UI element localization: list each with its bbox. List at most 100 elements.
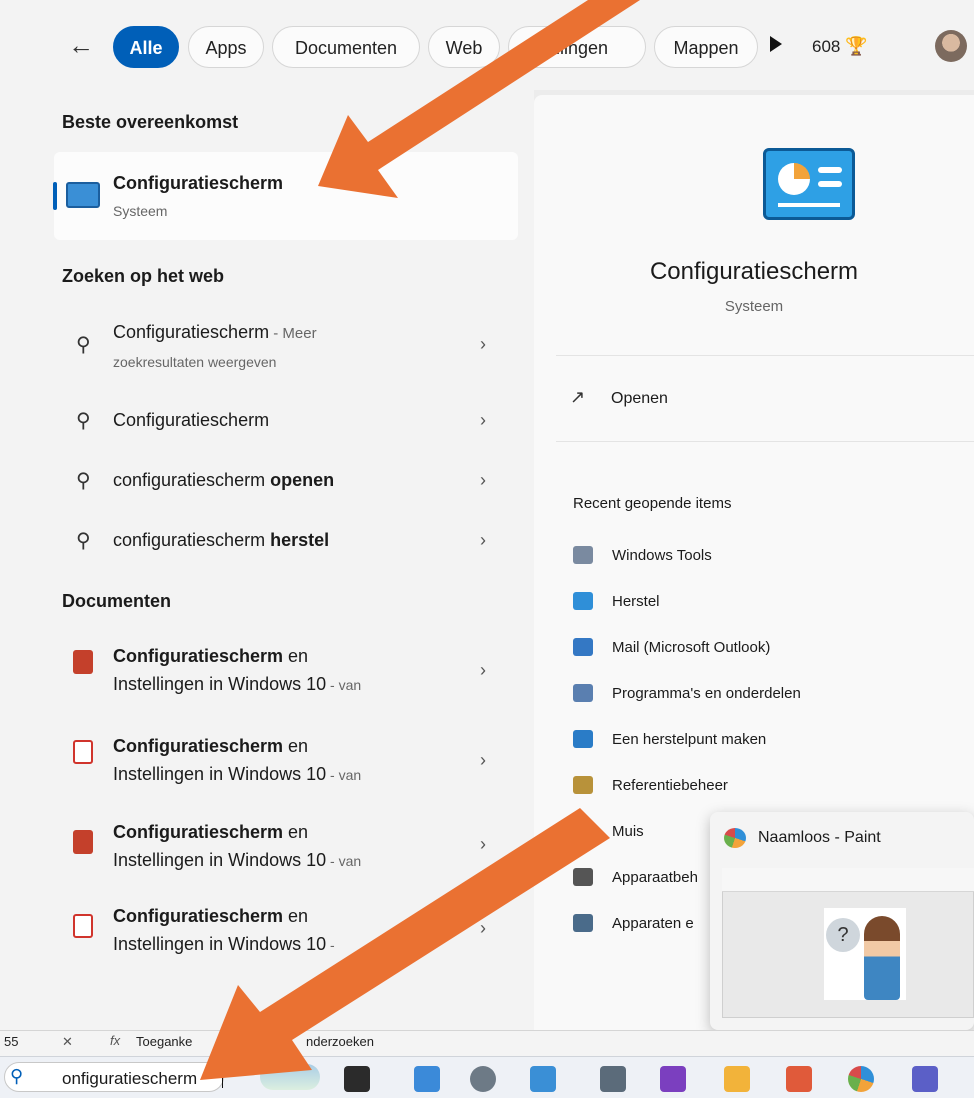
function-icon[interactable]: fx: [110, 1033, 120, 1048]
thinking-woman-figure: [864, 916, 900, 1000]
programs-icon: [573, 684, 593, 702]
recent-heading: Recent geopende items: [573, 495, 732, 512]
open-label: Openen: [611, 390, 668, 407]
web-result-1-main: Configuratiescherm: [113, 322, 270, 342]
bar-glyph: [818, 167, 842, 173]
best-match-item[interactable]: [54, 152, 518, 240]
web-search-heading: Zoeken op het web: [62, 266, 225, 286]
file-explorer-icon[interactable]: [414, 1066, 440, 1092]
document-2-line2: Instellingen in Windows 10 - van: [113, 764, 361, 785]
tab-apps[interactable]: Apps: [188, 26, 264, 68]
preview-title: Configuratiescherm: [649, 258, 859, 285]
document-3-title-rest: en: [283, 822, 309, 842]
web-result-4-bold: herstel: [270, 530, 330, 550]
rewards-points[interactable]: 608 🏆: [812, 36, 868, 57]
document-4-title-bold: Configuratiescherm: [113, 906, 284, 926]
search-icon: ⚲: [76, 470, 91, 492]
points-value: 608: [812, 37, 841, 56]
task-view-icon[interactable]: [344, 1066, 370, 1092]
widgets-icon[interactable]: [260, 1064, 320, 1090]
tab-mappen[interactable]: Mappen: [654, 26, 758, 68]
document-2-title: Configuratiescherm en: [113, 736, 308, 757]
control-panel-icon: [66, 182, 100, 208]
pdf-icon: [73, 914, 93, 938]
bar-glyph: [818, 181, 842, 187]
recent-item-label: Muis: [612, 823, 644, 840]
recent-item-label: Herstel: [612, 593, 660, 610]
chevron-right-icon: ›: [480, 470, 486, 490]
recent-item-label: Een herstelpunt maken: [612, 731, 767, 748]
recent-item-label: Mail (Microsoft Outlook): [612, 639, 771, 656]
chevron-right-icon: ›: [480, 530, 486, 550]
divider: [556, 355, 974, 356]
document-4-line2-text: Instellingen in Windows 10: [113, 934, 327, 954]
document-1-title-rest: en: [283, 646, 309, 666]
document-1-suffix: - van: [326, 677, 362, 693]
web-result-1-text: Configuratiescherm - Meer: [113, 322, 317, 343]
search-icon: ⚲: [76, 334, 91, 356]
web-result-3-main: configuratiescherm: [113, 470, 271, 490]
recent-item-label: Referentiebeheer: [612, 777, 728, 794]
devices-icon: [573, 914, 593, 932]
preview-subtitle: Systeem: [724, 298, 784, 315]
pdf-icon: [73, 740, 93, 764]
mail-icon: [573, 638, 593, 656]
save-disk-icon[interactable]: [660, 1066, 686, 1092]
control-panel-taskbar-icon[interactable]: [530, 1066, 556, 1092]
document-1-line2: Instellingen in Windows 10 - van: [113, 674, 361, 695]
teams-icon[interactable]: [912, 1066, 938, 1092]
document-2-title-rest: en: [283, 736, 309, 756]
divider: [556, 441, 974, 442]
more-tabs-play-icon[interactable]: [770, 36, 782, 52]
document-4-line2: Instellingen in Windows 10 -: [113, 934, 335, 955]
search-icon: ⚲: [10, 1066, 24, 1086]
document-4-suffix: -: [326, 937, 335, 953]
slider-glyph: [778, 203, 840, 207]
powerpoint-icon: [73, 830, 93, 854]
document-2-suffix: - van: [326, 767, 362, 783]
chevron-right-icon: ›: [480, 334, 486, 354]
formula-text: Toeganke: [136, 1034, 193, 1049]
selection-indicator: [53, 182, 57, 210]
document-3-line2: Instellingen in Windows 10 - van: [113, 850, 361, 871]
paint-taskbar-icon[interactable]: [848, 1066, 874, 1092]
best-match-subtitle: Systeem: [113, 203, 168, 219]
credential-icon: [573, 776, 593, 794]
document-3-suffix: - van: [326, 853, 362, 869]
recent-item-label: Programma's en onderdelen: [612, 685, 801, 702]
document-1-title-bold: Configuratiescherm: [113, 646, 284, 666]
document-4-title: Configuratiescherm en: [113, 906, 308, 927]
tab-web[interactable]: Web: [428, 26, 500, 68]
web-result-4-main: configuratiescherm: [113, 530, 271, 550]
paint-window-title: Naamloos - Paint: [758, 829, 881, 846]
paint-ribbon-thumbnail: [722, 868, 974, 892]
back-button[interactable]: ←: [68, 30, 94, 61]
powerpoint-icon: [73, 650, 93, 674]
calculator-icon[interactable]: [600, 1066, 626, 1092]
chevron-right-icon: ›: [480, 660, 486, 680]
chevron-right-icon: ›: [480, 750, 486, 770]
recent-item-label: Apparaatbeh: [612, 869, 698, 886]
tab-instellingen[interactable]: ellingen: [508, 26, 646, 68]
tab-documenten[interactable]: Documenten: [272, 26, 420, 68]
paint-app-icon: [724, 828, 746, 848]
tab-alle[interactable]: Alle: [113, 26, 179, 68]
open-external-icon: ↗: [570, 387, 586, 407]
chevron-right-icon: ›: [480, 918, 486, 938]
taskbar-search-input[interactable]: onfiguratiescherm: [62, 1069, 197, 1089]
folder-icon[interactable]: [724, 1066, 750, 1092]
cell-reference: 55: [4, 1034, 19, 1049]
web-result-3-text: configuratiescherm openen: [113, 470, 334, 491]
cancel-icon[interactable]: ✕: [62, 1034, 73, 1050]
avatar[interactable]: [935, 30, 967, 62]
settings-gear-icon[interactable]: [470, 1066, 496, 1092]
best-match-heading: Beste overeenkomst: [62, 112, 239, 132]
text-cursor: [222, 1068, 223, 1088]
restore-point-icon: [573, 730, 593, 748]
document-1-line2-text: Instellingen in Windows 10: [113, 674, 327, 694]
trophy-icon: 🏆: [845, 36, 868, 56]
pie-glyph: [778, 163, 810, 195]
snipping-tool-icon[interactable]: [786, 1066, 812, 1092]
document-3-line2-text: Instellingen in Windows 10: [113, 850, 327, 870]
document-2-title-bold: Configuratiescherm: [113, 736, 284, 756]
